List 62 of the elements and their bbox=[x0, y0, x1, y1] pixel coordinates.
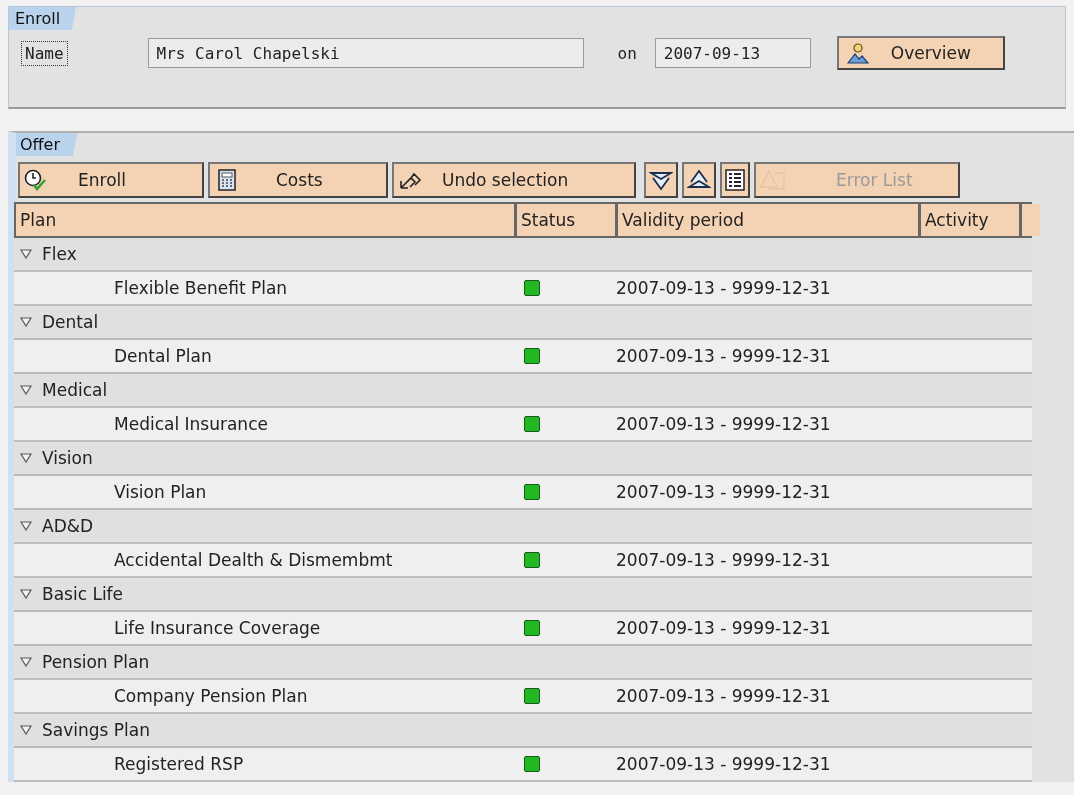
tree-node[interactable]: Vision bbox=[14, 442, 512, 474]
plan-name[interactable]: Accidental Dealth & Dismembmt bbox=[14, 544, 512, 576]
overview-button[interactable]: Overview bbox=[836, 36, 1005, 70]
column-header[interactable]: Status bbox=[517, 204, 615, 236]
category-label: Medical bbox=[42, 380, 108, 400]
validity-period: 2007-09-13 - 9999-12-31 bbox=[615, 345, 832, 368]
category-label: Savings Plan bbox=[42, 720, 150, 740]
category-label: Basic Life bbox=[42, 584, 124, 604]
tree-node[interactable]: Savings Plan bbox=[14, 714, 512, 746]
tree-node[interactable]: Medical bbox=[14, 374, 512, 406]
expand-triangle-icon[interactable] bbox=[20, 453, 32, 463]
undo-button[interactable]: Undo selection bbox=[392, 162, 636, 198]
validity-period: 2007-09-13 - 9999-12-31 bbox=[615, 617, 832, 640]
validity-period: 2007-09-13 - 9999-12-31 bbox=[615, 753, 832, 776]
collapse-button[interactable] bbox=[682, 162, 716, 198]
list-details-icon bbox=[725, 169, 745, 191]
expand-triangle-icon[interactable] bbox=[20, 589, 32, 599]
costs-button[interactable]: Costs bbox=[208, 162, 388, 198]
column-header bbox=[1022, 204, 1040, 236]
enroll-button[interactable]: Enroll bbox=[18, 162, 204, 198]
date-field[interactable]: 2007-09-13 bbox=[654, 38, 811, 68]
validity-period: 2007-09-13 - 9999-12-31 bbox=[615, 277, 832, 300]
category-label: Flex bbox=[42, 244, 77, 264]
tree-node[interactable]: AD&D bbox=[14, 510, 512, 542]
column-header[interactable]: Plan bbox=[16, 204, 514, 236]
double-up-chevron-icon bbox=[687, 169, 711, 191]
expand-triangle-icon[interactable] bbox=[20, 657, 32, 667]
plan-name[interactable]: Company Pension Plan bbox=[14, 680, 512, 712]
details-button[interactable] bbox=[720, 162, 750, 198]
plan-name[interactable]: Life Insurance Coverage bbox=[14, 612, 512, 644]
tree-node[interactable]: Flex bbox=[14, 238, 512, 270]
tree-node[interactable]: Basic Life bbox=[14, 578, 512, 610]
clock-check-icon bbox=[24, 169, 46, 191]
expand-triangle-icon[interactable] bbox=[20, 385, 32, 395]
plan-name[interactable]: Dental Plan bbox=[14, 340, 512, 372]
plan-name[interactable]: Registered RSP bbox=[14, 748, 512, 780]
name-label: Name bbox=[21, 40, 68, 66]
expand-button[interactable] bbox=[644, 162, 678, 198]
expand-triangle-icon[interactable] bbox=[20, 249, 32, 259]
double-down-chevron-icon bbox=[649, 169, 673, 191]
category-label: Pension Plan bbox=[42, 652, 150, 672]
tree-node[interactable]: Dental bbox=[14, 306, 512, 338]
validity-period: 2007-09-13 - 9999-12-31 bbox=[615, 481, 832, 504]
name-field[interactable]: Mrs Carol Chapelski bbox=[147, 38, 584, 68]
plan-name[interactable]: Vision Plan bbox=[14, 476, 512, 508]
validity-period: 2007-09-13 - 9999-12-31 bbox=[615, 413, 832, 436]
plan-name[interactable]: Medical Insurance bbox=[14, 408, 512, 440]
validity-period: 2007-09-13 - 9999-12-31 bbox=[615, 549, 832, 572]
calculator-icon bbox=[218, 169, 236, 191]
person-landscape-icon bbox=[846, 42, 869, 64]
plan-name[interactable]: Flexible Benefit Plan bbox=[14, 272, 512, 304]
column-header[interactable]: Validity period bbox=[618, 204, 918, 236]
expand-triangle-icon[interactable] bbox=[20, 317, 32, 327]
expand-triangle-icon[interactable] bbox=[20, 725, 32, 735]
expand-triangle-icon[interactable] bbox=[20, 521, 32, 531]
validity-period: 2007-09-13 - 9999-12-31 bbox=[615, 685, 832, 708]
category-label: AD&D bbox=[42, 516, 94, 536]
tree-node[interactable]: Pension Plan bbox=[14, 646, 512, 678]
category-label: Vision bbox=[42, 448, 93, 468]
date-label: on bbox=[617, 43, 637, 63]
category-label: Dental bbox=[42, 312, 99, 332]
column-header[interactable]: Activity bbox=[921, 204, 1019, 236]
